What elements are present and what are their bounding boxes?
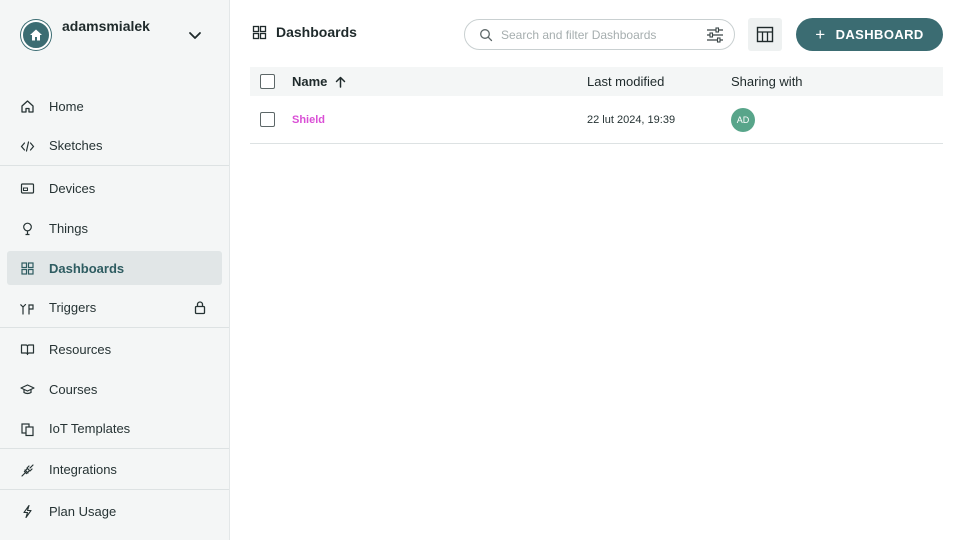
sidebar-item-sketches[interactable]: Sketches (0, 126, 229, 166)
book-icon (20, 344, 35, 356)
sidebar-item-integrations[interactable]: Integrations (0, 450, 229, 490)
lock-icon (194, 301, 206, 315)
plus-icon: + (815, 25, 826, 44)
column-header-name[interactable]: Name (292, 74, 346, 89)
search-icon (480, 29, 493, 42)
page-header: Dashboards (252, 24, 357, 40)
sidebar-item-label: Plan Usage (49, 503, 117, 519)
sidebar-item-label: Sketches (49, 138, 103, 153)
table-layout-icon (756, 26, 774, 43)
code-icon (20, 141, 35, 152)
main-content: Dashboards + DASHBOARD Name Last modifie… (230, 0, 960, 540)
sidebar-item-label: Resources (49, 341, 112, 357)
plug-icon (21, 464, 34, 477)
grid-icon (21, 262, 34, 275)
search-input[interactable] (501, 24, 701, 46)
sidebar: adamsmialek Home Sketches Devices Things… (0, 0, 230, 540)
lightning-icon (23, 504, 32, 519)
dashboards-table: Name Last modified Sharing with Shield 2… (250, 67, 943, 144)
sidebar-item-plan-usage[interactable]: Plan Usage (0, 491, 229, 531)
sidebar-item-things[interactable]: Things (0, 208, 229, 248)
thing-icon (23, 222, 32, 236)
column-header-sharing-with: Sharing with (731, 74, 803, 89)
sidebar-item-label: Things (49, 220, 89, 236)
select-all-checkbox[interactable] (260, 74, 275, 89)
add-dashboard-button[interactable]: + DASHBOARD (796, 18, 943, 51)
table-header: Name Last modified Sharing with (250, 67, 943, 96)
table-layout-button[interactable] (748, 18, 782, 51)
templates-icon (21, 423, 34, 437)
dashboard-name-link[interactable]: Shield (292, 114, 325, 126)
sidebar-item-iot-templates[interactable]: IoT Templates (0, 409, 229, 449)
filter-icon[interactable] (706, 27, 724, 43)
grid-icon (252, 25, 267, 39)
chevron-down-icon[interactable] (186, 26, 204, 44)
sidebar-item-dashboards[interactable]: Dashboards (7, 251, 222, 285)
sidebar-item-label: Courses (49, 381, 98, 397)
sidebar-item-label: Devices (49, 180, 96, 196)
device-icon (20, 183, 35, 194)
sidebar-item-label: Home (49, 98, 84, 114)
last-modified-value: 22 lut 2024, 19:39 (587, 113, 676, 126)
home-icon (30, 29, 42, 41)
sidebar-item-label: IoT Templates (49, 421, 131, 436)
sidebar-item-devices[interactable]: Devices (0, 168, 229, 208)
trigger-icon (20, 303, 34, 315)
sidebar-item-label: Dashboards (49, 260, 125, 276)
avatar: AD (731, 107, 755, 132)
home-icon (21, 100, 34, 113)
sidebar-item-home[interactable]: Home (0, 86, 229, 126)
sidebar-item-label: Triggers (49, 300, 97, 315)
search-box (464, 19, 735, 50)
sidebar-item-triggers[interactable]: Triggers (0, 288, 229, 328)
arrow-up-icon (336, 76, 346, 88)
column-name-label: Name (292, 74, 328, 89)
graduation-cap-icon (20, 384, 35, 395)
column-header-last-modified[interactable]: Last modified (587, 74, 664, 89)
sidebar-item-courses[interactable]: Courses (0, 369, 229, 409)
account-switcher[interactable]: adamsmialek (0, 0, 229, 70)
sidebar-item-label: Integrations (49, 462, 117, 477)
page-title: Dashboards (276, 24, 357, 40)
sidebar-item-resources[interactable]: Resources (0, 329, 229, 369)
sidebar-nav: Home Sketches Devices Things Dashboards … (0, 86, 229, 531)
account-name: adamsmialek (62, 18, 150, 34)
account-avatar (21, 20, 51, 50)
row-checkbox[interactable] (260, 112, 275, 127)
table-row[interactable]: Shield 22 lut 2024, 19:39 AD (250, 96, 943, 144)
add-dashboard-label: DASHBOARD (835, 27, 924, 42)
